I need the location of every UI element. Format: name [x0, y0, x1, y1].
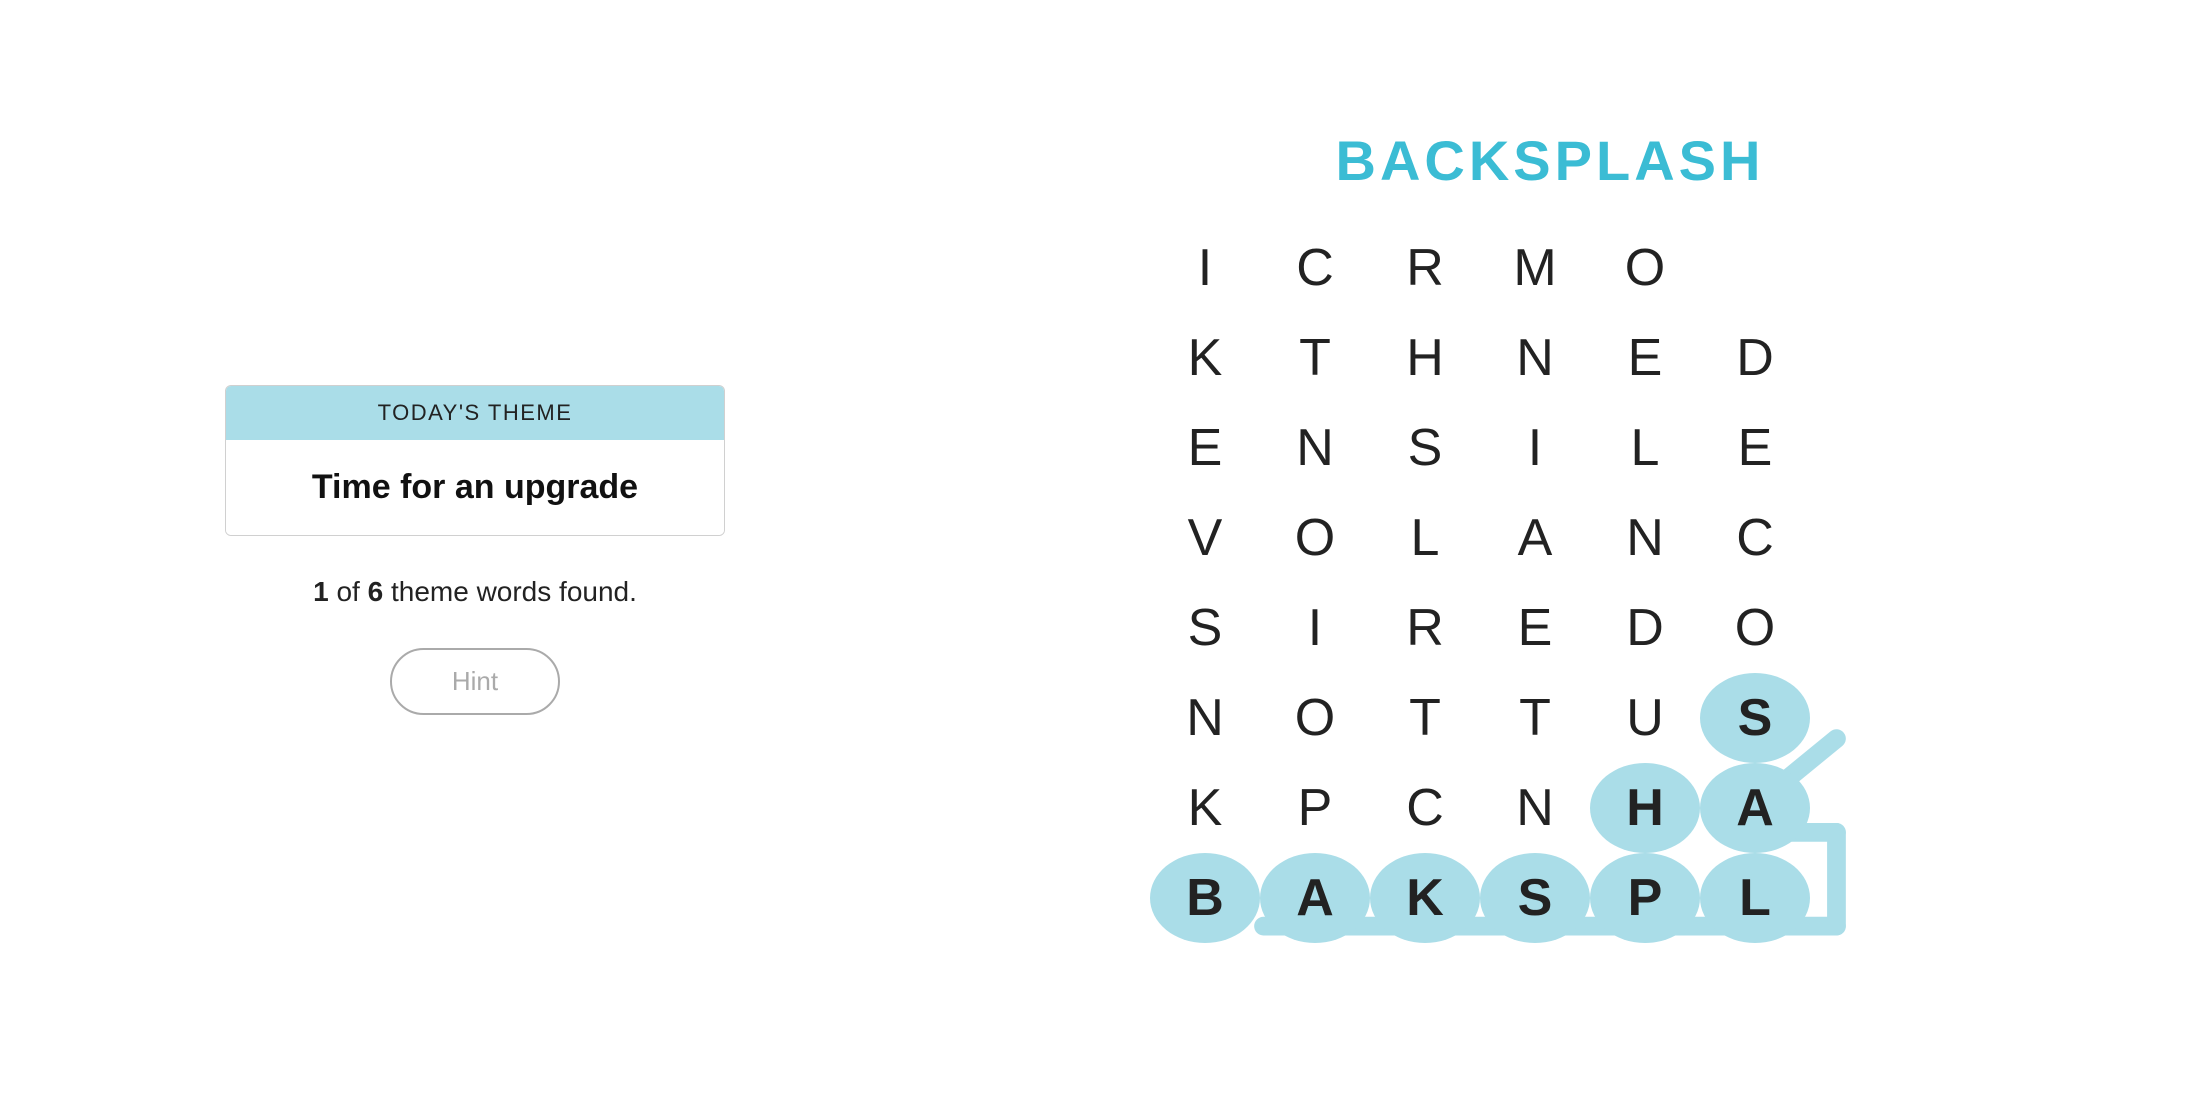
grid-cell[interactable]: N: [1150, 673, 1260, 763]
grid-cell[interactable]: D: [1700, 313, 1810, 403]
grid-cell[interactable]: I: [1260, 583, 1370, 673]
grid-cell[interactable]: D: [1590, 583, 1700, 673]
main-container: TODAY'S THEME Time for an upgrade 1 of 6…: [100, 100, 2100, 1000]
grid-cell[interactable]: B: [1150, 853, 1260, 943]
found-text: 1 of 6 theme words found.: [313, 576, 637, 608]
grid-cell[interactable]: T: [1370, 673, 1480, 763]
grid-cell[interactable]: A: [1480, 493, 1590, 583]
grid-cell[interactable]: M: [1480, 223, 1590, 313]
grid-cell[interactable]: E: [1480, 583, 1590, 673]
grid-cell[interactable]: I: [1480, 403, 1590, 493]
theme-body: Time for an upgrade: [226, 440, 724, 535]
grid-cell[interactable]: E: [1590, 313, 1700, 403]
grid-cell[interactable]: H: [1590, 763, 1700, 853]
grid-cell[interactable]: T: [1260, 313, 1370, 403]
found-suffix: theme words found.: [383, 576, 637, 607]
grid-cell[interactable]: C: [1370, 763, 1480, 853]
grid-cell[interactable]: K: [1370, 853, 1480, 943]
grid-cell[interactable]: V: [1150, 493, 1260, 583]
found-of: of: [329, 576, 368, 607]
grid-cell[interactable]: E: [1150, 403, 1260, 493]
grid-wrapper: ICRMOKTHNEDENSILEVOLANCSIREDONOTTUSKPCNH…: [1150, 223, 1950, 973]
hint-button[interactable]: Hint: [390, 648, 560, 715]
grid-cell[interactable]: N: [1480, 313, 1590, 403]
grid-cell[interactable]: O: [1590, 223, 1700, 313]
grid-cell[interactable]: P: [1590, 853, 1700, 943]
grid-cell[interactable]: A: [1700, 763, 1810, 853]
grid-cell[interactable]: N: [1590, 493, 1700, 583]
game-title: BACKSPLASH: [1336, 128, 1765, 193]
grid-cell[interactable]: S: [1150, 583, 1260, 673]
grid-cell[interactable]: T: [1480, 673, 1590, 763]
found-total: 6: [368, 576, 384, 607]
right-panel: BACKSPLASH: [1000, 128, 2100, 973]
grid-cell[interactable]: [1700, 223, 1810, 313]
grid-cell[interactable]: H: [1370, 313, 1480, 403]
grid-cell[interactable]: O: [1700, 583, 1810, 673]
letter-grid[interactable]: ICRMOKTHNEDENSILEVOLANCSIREDONOTTUSKPCNH…: [1150, 223, 1950, 943]
grid-cell[interactable]: N: [1480, 763, 1590, 853]
grid-cell[interactable]: L: [1370, 493, 1480, 583]
grid-cell[interactable]: N: [1260, 403, 1370, 493]
grid-cell[interactable]: E: [1700, 403, 1810, 493]
grid-cell[interactable]: K: [1150, 763, 1260, 853]
grid-cell[interactable]: C: [1700, 493, 1810, 583]
grid-cell[interactable]: R: [1370, 583, 1480, 673]
grid-cell[interactable]: R: [1370, 223, 1480, 313]
grid-cell[interactable]: L: [1700, 853, 1810, 943]
grid-cell[interactable]: L: [1590, 403, 1700, 493]
grid-cell[interactable]: C: [1260, 223, 1370, 313]
grid-cell[interactable]: S: [1700, 673, 1810, 763]
left-panel: TODAY'S THEME Time for an upgrade 1 of 6…: [100, 385, 850, 715]
grid-cell[interactable]: U: [1590, 673, 1700, 763]
theme-header: TODAY'S THEME: [226, 386, 724, 440]
grid-cell[interactable]: P: [1260, 763, 1370, 853]
theme-box: TODAY'S THEME Time for an upgrade: [225, 385, 725, 536]
grid-cell[interactable]: K: [1150, 313, 1260, 403]
found-count: 1: [313, 576, 329, 607]
grid-cell[interactable]: I: [1150, 223, 1260, 313]
grid-cell[interactable]: O: [1260, 673, 1370, 763]
grid-cell[interactable]: O: [1260, 493, 1370, 583]
grid-cell[interactable]: S: [1370, 403, 1480, 493]
grid-cell[interactable]: A: [1260, 853, 1370, 943]
grid-cell[interactable]: S: [1480, 853, 1590, 943]
